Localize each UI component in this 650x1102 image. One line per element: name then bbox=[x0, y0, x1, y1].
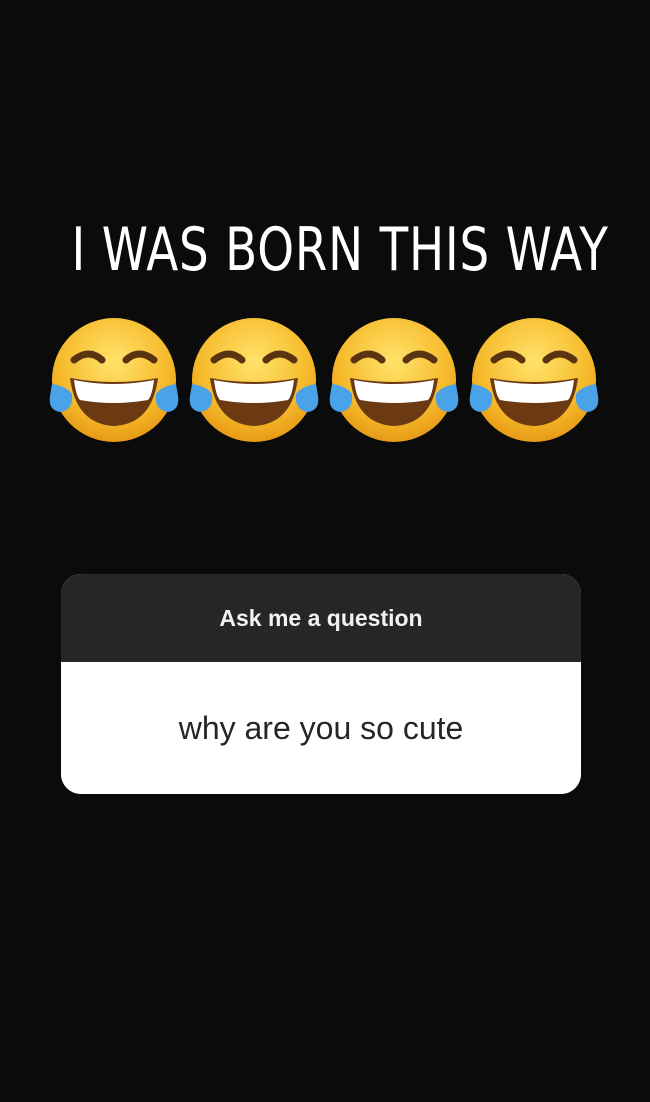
face-with-tears-of-joy-icon bbox=[44, 312, 184, 452]
face-with-tears-of-joy-icon bbox=[324, 312, 464, 452]
emoji-row bbox=[44, 312, 604, 452]
story-screen: I WAS BORN THIS WAY Ask me a question wh… bbox=[0, 0, 650, 1102]
face-with-tears-of-joy-icon bbox=[464, 312, 604, 452]
question-sticker-header: Ask me a question bbox=[61, 574, 581, 662]
question-sticker[interactable]: Ask me a question why are you so cute bbox=[61, 574, 581, 794]
story-headline: I WAS BORN THIS WAY bbox=[71, 215, 609, 285]
question-answer: why are you so cute bbox=[178, 709, 464, 746]
question-prompt: Ask me a question bbox=[219, 604, 423, 631]
question-sticker-body: why are you so cute bbox=[61, 662, 581, 794]
face-with-tears-of-joy-icon bbox=[184, 312, 324, 452]
